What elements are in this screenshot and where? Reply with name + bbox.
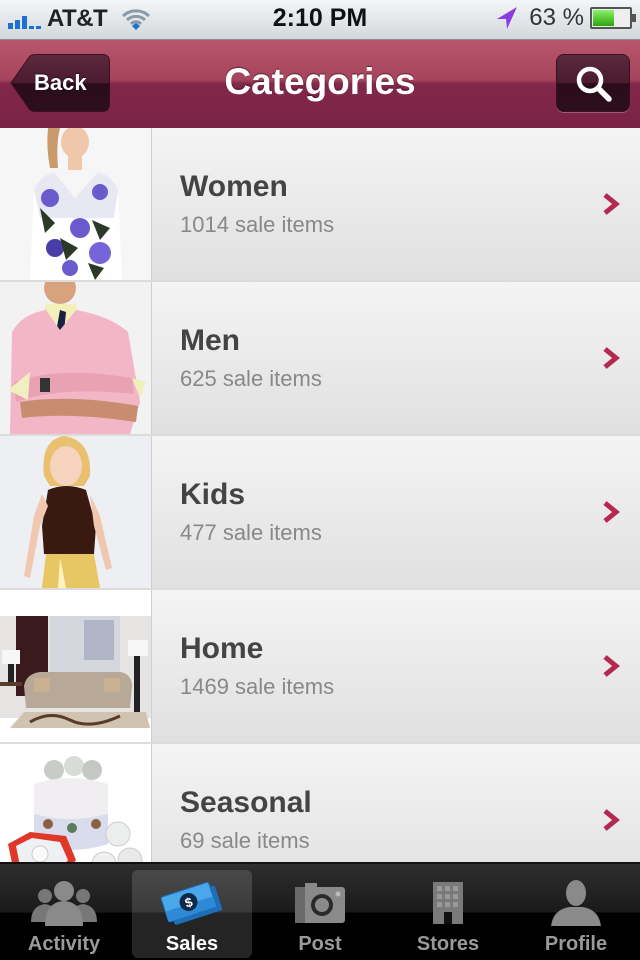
tab-activity[interactable]: Activity	[4, 870, 124, 958]
tab-post[interactable]: Post	[260, 870, 380, 958]
category-body: Kids 477 sale items	[152, 436, 640, 588]
people-icon	[31, 881, 97, 926]
category-image-kids	[0, 436, 152, 588]
category-count: 625 sale items	[180, 366, 322, 391]
category-image-seasonal	[0, 744, 152, 862]
category-body: Seasonal 69 sale items	[152, 744, 640, 862]
category-body: Home 1469 sale items	[152, 590, 640, 742]
category-image-men	[0, 282, 152, 434]
chevron-right-icon	[603, 809, 620, 831]
tab-bar: Activity $ Sales Post Stores Profile	[0, 862, 640, 960]
category-row-women[interactable]: Women 1014 sale items	[0, 128, 640, 280]
tab-profile[interactable]: Profile	[516, 870, 636, 958]
category-row-home[interactable]: Home 1469 sale items	[0, 590, 640, 742]
person-icon	[551, 880, 601, 926]
category-image-women	[0, 128, 152, 280]
category-count: 69 sale items	[180, 828, 310, 853]
money-icon: $	[160, 881, 223, 925]
search-button[interactable]	[556, 54, 630, 112]
category-name: Men	[180, 324, 240, 357]
category-row-men[interactable]: Men 625 sale items	[0, 282, 640, 434]
tab-label: Activity	[27, 933, 101, 955]
chevron-right-icon	[603, 501, 620, 523]
category-body: Women 1014 sale items	[152, 128, 640, 280]
back-label: Back	[34, 70, 87, 95]
search-icon	[576, 66, 612, 102]
tab-label: Stores	[416, 933, 480, 955]
back-button[interactable]: Back	[10, 54, 110, 112]
category-body: Men 625 sale items	[152, 282, 640, 434]
status-right: 63 %	[495, 4, 636, 32]
tab-label: Post	[298, 933, 342, 955]
chevron-right-icon	[603, 347, 620, 369]
tab-sales[interactable]: $ Sales	[132, 870, 252, 958]
category-count: 1014 sale items	[180, 212, 335, 237]
tab-label: Profile	[544, 933, 608, 955]
chevron-right-icon	[603, 655, 620, 677]
category-list[interactable]: Women 1014 sale items Men 625 sale items	[0, 128, 640, 862]
location-arrow-icon	[497, 7, 518, 29]
building-icon	[433, 882, 463, 924]
navigation-bar: Back Categories	[0, 40, 640, 128]
chevron-right-icon	[603, 193, 620, 215]
category-name: Women	[180, 170, 288, 203]
category-name: Seasonal	[180, 786, 312, 819]
category-name: Home	[180, 632, 264, 665]
category-row-seasonal[interactable]: Seasonal 69 sale items	[0, 744, 640, 862]
category-row-kids[interactable]: Kids 477 sale items	[0, 436, 640, 588]
battery-percent: 63 %	[529, 4, 584, 31]
category-count: 1469 sale items	[180, 674, 335, 699]
camera-icon	[295, 883, 345, 923]
category-image-home	[0, 590, 152, 742]
tab-stores[interactable]: Stores	[388, 870, 508, 958]
tab-label: Sales	[165, 933, 219, 955]
status-bar: AT&T 2:10 PM 63 %	[0, 0, 640, 40]
category-count: 477 sale items	[180, 520, 322, 545]
battery-icon	[590, 7, 636, 29]
battery-level	[593, 10, 615, 26]
category-name: Kids	[180, 478, 246, 511]
